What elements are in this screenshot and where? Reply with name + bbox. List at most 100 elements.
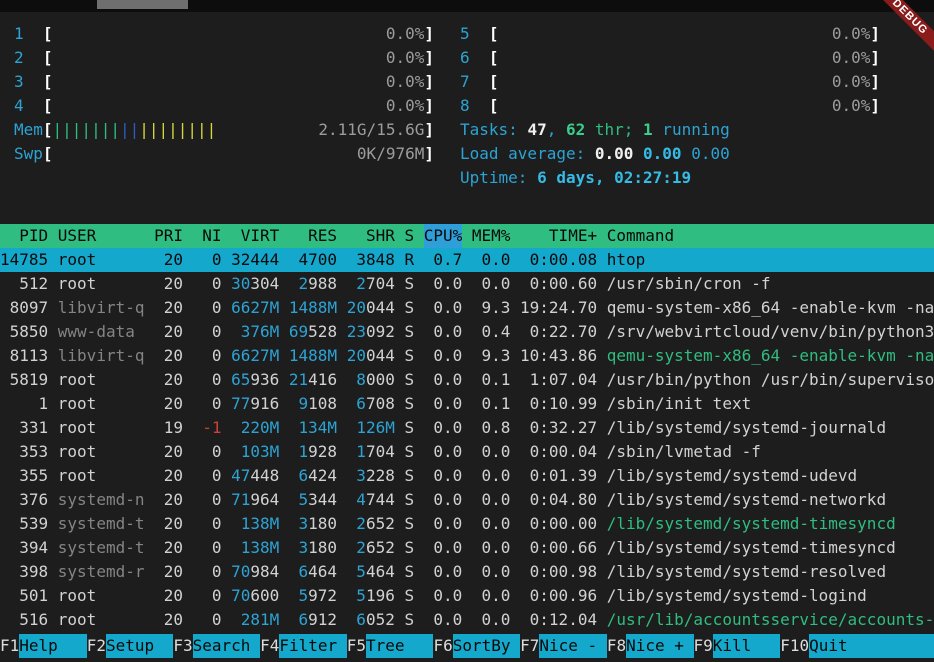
cell-time: 0:10.99 [520,392,597,416]
cpu-meter-value-7: 0.0% [832,70,871,94]
column-header-mem[interactable]: MEM% [472,224,511,248]
cell-shr: 3228 [347,464,395,488]
meter-close-bracket: ] [424,22,434,46]
cell-pid: 355 [0,464,48,488]
process-table: PID USER PRI NI VIRT RES SHR S CPU% MEM%… [0,224,934,632]
meter-close-bracket: ] [870,94,880,118]
process-row[interactable]: 1 root 20 0 77916 9108 6708 S 0.0 0.1 0:… [0,392,934,416]
cell-command: /lib/systemd/systemd-timesyncd [607,536,934,560]
function-key-F1[interactable]: F1Help [0,634,87,662]
function-key-F2[interactable]: F2Setup [87,634,174,662]
cell-priority: 20 [154,440,183,464]
process-row[interactable]: 398 systemd-r 20 0 70984 6464 5464 S 0.0… [0,560,934,584]
cell-state: S [404,608,414,632]
process-row[interactable]: 501 root 20 0 70600 5972 5196 S 0.0 0.0 … [0,584,934,608]
process-row[interactable]: 353 root 20 0 103M 1928 1704 S 0.0 0.0 0… [0,440,934,464]
function-key-F6[interactable]: F6SortBy [433,634,520,662]
process-row[interactable]: 8097 libvirt-q 20 0 6627M 1488M 20044 S … [0,296,934,320]
function-key-F10[interactable]: F10Quit [780,634,934,662]
cell-pid: 398 [0,560,48,584]
cell-virt: 138M [231,512,279,536]
cell-pid: 353 [0,440,48,464]
column-header-shr[interactable]: SHR [347,224,395,248]
cell-time: 0:32.27 [520,416,597,440]
cell-res: 3180 [289,512,337,536]
fn-action-label-F3: Search [193,634,260,658]
cell-pid: 1 [0,392,48,416]
column-header-time[interactable]: TIME+ [520,224,597,248]
cpu-meter-5: 5[0.0%] [460,22,880,46]
swap-meter-value: 0K/976M [357,142,424,166]
process-row[interactable]: 331 root 19 -1 220M 134M 126M S 0.0 0.8 … [0,416,934,440]
cell-time: 0:00.96 [520,584,597,608]
cell-priority: 20 [154,296,183,320]
cell-shr: 20044 [347,296,395,320]
meter-open-bracket: [ [43,46,53,70]
column-header-pri[interactable]: PRI [154,224,183,248]
column-header-virt[interactable]: VIRT [231,224,279,248]
cell-time: 0:00.04 [520,440,597,464]
tasks-label: Tasks: [460,120,527,139]
meters-left-column: 1[0.0%] 2[0.0%] 3[0.0%] 4[0.0%] Mem[||||… [14,22,434,190]
column-header-cpu-sort[interactable]: CPU% [424,224,463,248]
cell-command: /usr/sbin/cron -f [607,272,934,296]
cpu-meter-2: 2[0.0%] [14,46,434,70]
cell-command: /lib/systemd/systemd-journald [607,416,934,440]
cpu-meter-value-6: 0.0% [832,46,871,70]
cell-virt: 47448 [231,464,279,488]
cell-res: 1488M [289,344,337,368]
cell-state: S [404,440,414,464]
process-row[interactable]: 516 root 20 0 281M 6912 6052 S 0.0 0.0 0… [0,608,934,632]
cell-pid: 516 [0,608,48,632]
column-header-state[interactable]: S [404,224,414,248]
cell-cpu-percent: 0.0 [424,344,463,368]
cell-priority: 20 [154,344,183,368]
column-header-ni[interactable]: NI [193,224,222,248]
column-header-command[interactable]: Command [607,224,934,248]
cpu-meter-value-1: 0.0% [386,22,425,46]
function-key-F3[interactable]: F3Search [173,634,260,662]
running-label: running [653,120,730,139]
process-row[interactable]: 5819 root 20 0 65936 21416 8000 S 0.0 0.… [0,368,934,392]
function-key-F9[interactable]: F9Kill [694,634,781,662]
process-row[interactable]: 394 systemd-t 20 0 138M 3180 2652 S 0.0 … [0,536,934,560]
process-row[interactable]: 355 root 20 0 47448 6424 3228 S 0.0 0.0 … [0,464,934,488]
cell-command: htop [607,248,934,272]
meter-close-bracket: ] [870,70,880,94]
process-row[interactable]: 14785 root 20 0 32444 4700 3848 R 0.7 0.… [0,248,934,272]
cell-user: www-data [58,320,145,344]
cell-nice: 0 [193,440,222,464]
process-row[interactable]: 376 systemd-n 20 0 71964 5344 4744 S 0.0… [0,488,934,512]
column-header-user[interactable]: USER [58,224,145,248]
cell-priority: 20 [154,536,183,560]
meter-open-bracket: [ [489,94,499,118]
cell-cpu-percent: 0.0 [424,488,463,512]
cell-res: 4700 [289,248,337,272]
cell-shr: 5196 [347,584,395,608]
cell-shr: 126M [347,416,395,440]
cell-shr: 5464 [347,560,395,584]
uptime: Uptime: 6 days, 02:27:19 [460,166,880,190]
cell-res: 2988 [289,272,337,296]
cell-user: root [58,608,145,632]
process-row[interactable]: 512 root 20 0 30304 2988 2704 S 0.0 0.0 … [0,272,934,296]
cell-priority: 20 [154,560,183,584]
function-key-F7[interactable]: F7Nice - [520,634,607,662]
cell-mem-percent: 0.0 [472,608,511,632]
column-header-res[interactable]: RES [289,224,337,248]
cell-pid: 539 [0,512,48,536]
process-row[interactable]: 539 systemd-t 20 0 138M 3180 2652 S 0.0 … [0,512,934,536]
cell-user: systemd-n [58,488,145,512]
column-header-pid[interactable]: PID [0,224,48,248]
cell-shr: 2652 [347,512,395,536]
cell-user: libvirt-q [58,296,145,320]
function-key-F8[interactable]: F8Nice + [607,634,694,662]
function-key-F4[interactable]: F4Filter [260,634,347,662]
cell-nice: 0 [193,536,222,560]
cell-state: S [404,584,414,608]
cell-priority: 20 [154,512,183,536]
function-key-F5[interactable]: F5Tree [347,634,434,662]
tasks-summary: Tasks: 47, 62 thr; 1 running [460,118,880,142]
process-row[interactable]: 8113 libvirt-q 20 0 6627M 1488M 20044 S … [0,344,934,368]
process-row[interactable]: 5850 www-data 20 0 376M 69528 23092 S 0.… [0,320,934,344]
